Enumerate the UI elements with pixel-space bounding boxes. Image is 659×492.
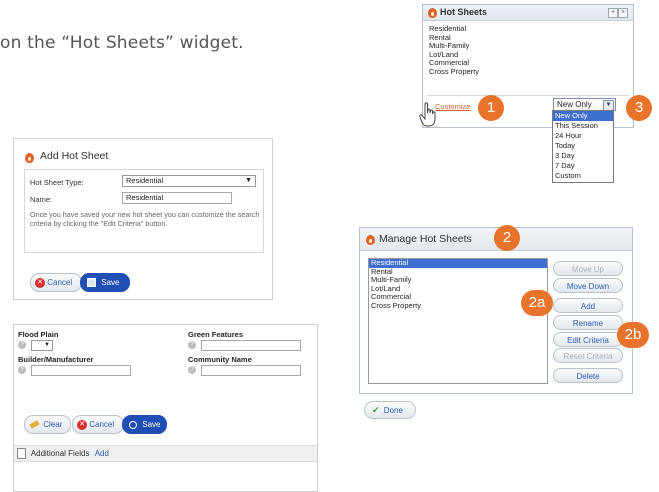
hot-sheets-listbox[interactable]: Residential Rental Multi-Family Lot/Land… (368, 258, 548, 384)
dropdown-option[interactable]: 7 Day (553, 161, 613, 171)
add-help-text: Once you have saved your new hot sheet y… (30, 210, 260, 228)
save-button[interactable]: Save (122, 415, 167, 434)
flood-plain-label: Flood Plain (18, 330, 59, 339)
callout-2b: 2b (617, 322, 649, 348)
chevron-down-icon: ▼ (245, 177, 252, 184)
callout-2: 2 (494, 225, 520, 251)
hot-sheet-type-value: Residential (126, 176, 164, 185)
add-fields-link[interactable]: Add (95, 449, 109, 458)
builder-manufacturer-label: Builder/Manufacturer (18, 355, 94, 364)
delete-button[interactable]: Delete (553, 368, 623, 383)
edit-criteria-button[interactable]: Edit Criteria (553, 332, 623, 347)
callout-3: 3 (626, 95, 652, 121)
name-field-value: Residential (126, 193, 164, 202)
reset-criteria-button[interactable]: Reset Criteria (553, 348, 623, 363)
help-icon: ? (18, 341, 26, 349)
hand-cursor-icon (419, 102, 436, 127)
widget-title: Hot Sheets (440, 7, 488, 17)
add-hot-sheet-dialog: Add Hot Sheet Hot Sheet Type: Residentia… (13, 138, 273, 300)
dropdown-option[interactable]: New Only (553, 111, 613, 121)
hot-sheet-icon (366, 235, 375, 245)
widget-header: Hot Sheets + × (423, 5, 633, 21)
cancel-label: Cancel (89, 420, 115, 429)
dropdown-option[interactable]: This Session (553, 121, 613, 131)
save-button[interactable]: Save (80, 273, 130, 292)
widget-item-cross-property[interactable]: Cross Property (429, 67, 479, 77)
broom-icon (29, 420, 40, 430)
help-icon: ? (18, 366, 26, 374)
clear-button[interactable]: Clear (24, 415, 71, 434)
dialog-title: Add Hot Sheet (40, 150, 109, 162)
community-name-label: Community Name (188, 355, 252, 364)
dropdown-option[interactable]: Custom (553, 171, 613, 181)
green-features-label: Green Features (188, 330, 244, 339)
document-icon (17, 448, 26, 460)
cancel-button[interactable]: ✕ Cancel (72, 415, 124, 434)
builder-manufacturer-field[interactable] (31, 365, 131, 376)
manage-hot-sheets-dialog: Manage Hot Sheets Residential Rental Mul… (359, 227, 633, 394)
clear-label: Clear (43, 420, 63, 429)
cancel-icon: ✕ (77, 419, 87, 430)
done-label: Done (383, 406, 403, 415)
customize-link[interactable]: Customize (435, 102, 470, 111)
save-label: Save (142, 420, 161, 429)
widget-list: Residential Rental Multi-Family Lot/Land… (429, 24, 479, 77)
cancel-label: Cancel (47, 278, 73, 287)
list-item[interactable]: Residential (369, 258, 547, 268)
maximize-icon[interactable]: + (608, 8, 618, 18)
add-button[interactable]: Add (553, 298, 623, 313)
close-icon[interactable]: × (618, 8, 628, 18)
dropdown-option[interactable]: 3 Day (553, 151, 613, 161)
dropdown-option[interactable]: 24 Hour (553, 131, 613, 141)
additional-fields-bar: Additional Fields Add (14, 445, 317, 462)
callout-2a: 2a (521, 290, 553, 316)
save-label: Save (101, 278, 120, 287)
hot-sheet-type-label: Hot Sheet Type: (30, 178, 84, 187)
help-icon: ? (188, 341, 196, 349)
green-features-field[interactable] (201, 340, 301, 351)
rename-button[interactable]: Rename (553, 315, 623, 330)
name-label: Name: (30, 195, 53, 204)
checkmark-icon: ✔ (372, 405, 380, 415)
community-name-field[interactable] (201, 365, 301, 376)
widget-divider (427, 95, 629, 96)
move-down-button[interactable]: Move Down (553, 278, 623, 293)
flood-plain-select[interactable]: ▼ (31, 340, 53, 351)
dropdown-option[interactable]: Today (553, 141, 613, 151)
period-dropdown-list: New Only This Session 24 Hour Today 3 Da… (552, 110, 614, 183)
search-criteria-form: Flood Plain ? ▼ Green Features ? Builder… (13, 324, 318, 492)
cancel-icon: ✕ (35, 277, 45, 288)
help-icon: ? (188, 366, 196, 374)
instruction-text: on the “Hot Sheets” widget. (0, 33, 244, 53)
additional-fields-label: Additional Fields (30, 449, 90, 458)
save-icon (87, 278, 96, 288)
period-select-value: New Only (557, 100, 592, 109)
move-up-button[interactable]: Move Up (553, 261, 623, 276)
cancel-button[interactable]: ✕ Cancel (30, 273, 82, 292)
hot-sheet-icon (25, 153, 34, 163)
hot-sheet-icon (428, 8, 437, 18)
hot-sheet-type-select[interactable]: Residential ▼ (122, 175, 256, 187)
callout-1: 1 (478, 95, 504, 121)
manage-title: Manage Hot Sheets (379, 233, 472, 245)
done-button[interactable]: ✔ Done (364, 401, 416, 419)
name-field[interactable]: Residential (122, 192, 232, 204)
search-icon (129, 420, 137, 429)
add-form-box: Hot Sheet Type: Residential ▼ Name: Resi… (24, 169, 264, 253)
